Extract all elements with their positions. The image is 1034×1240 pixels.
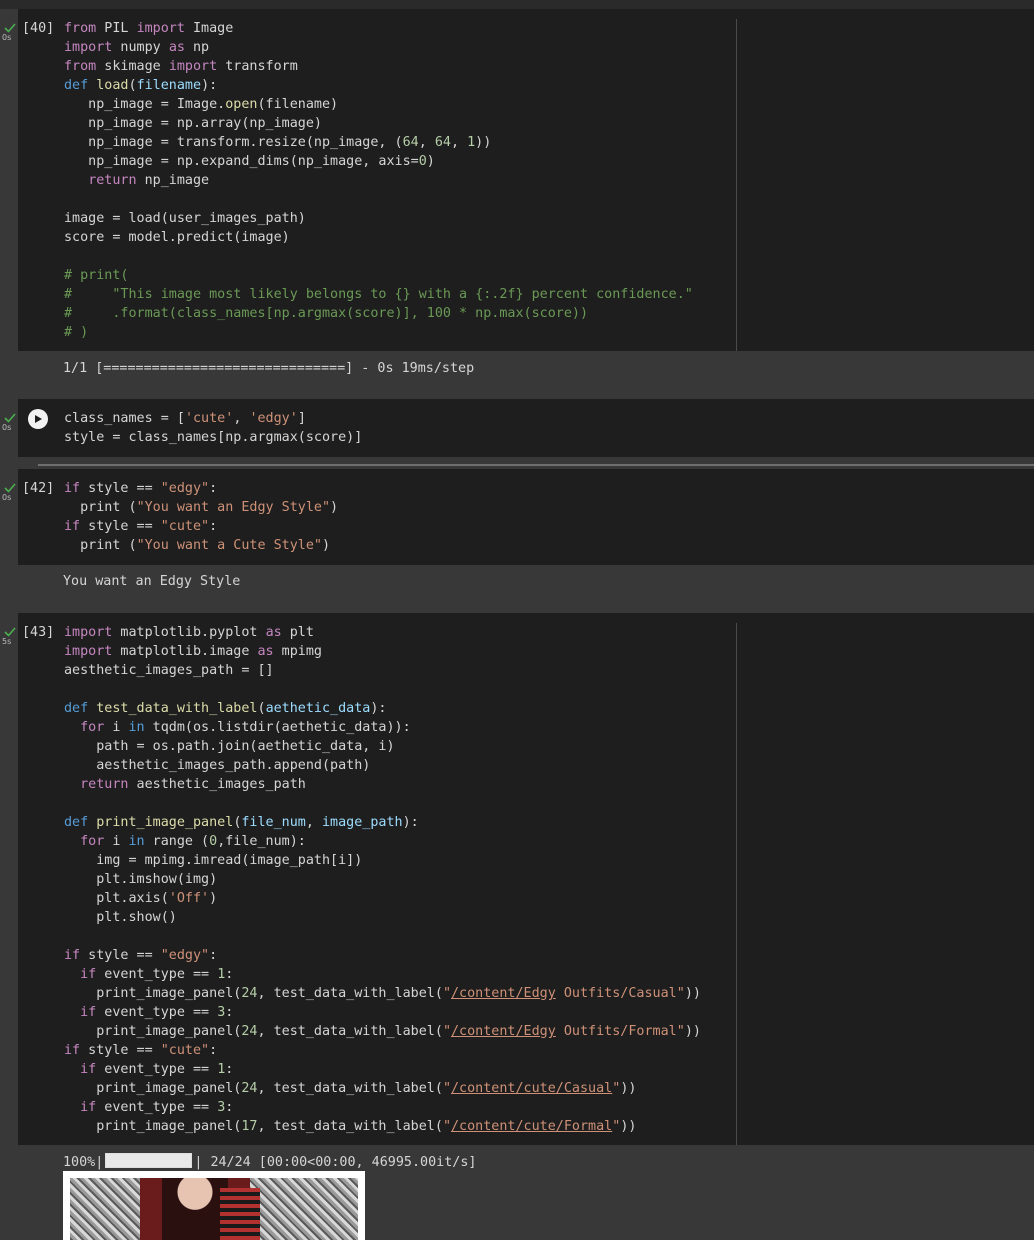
run-cell-button[interactable] (28, 409, 48, 429)
cell-output: You want an Edgy Style (63, 574, 241, 589)
ruler (736, 19, 737, 351)
execution-time: 0s (2, 423, 12, 432)
ruler (736, 623, 737, 1145)
output-image (63, 1171, 365, 1240)
code-editor[interactable]: if style == "edgy": print ("You want an … (64, 479, 338, 555)
code-cell[interactable]: [43] import matplotlib.pyplot as plt imp… (18, 613, 1034, 1145)
code-cell[interactable]: [40] from PIL import Image import numpy … (18, 9, 1034, 351)
execution-time: 0s (2, 33, 12, 42)
code-cell[interactable]: [42] if style == "edgy": print ("You wan… (18, 469, 1034, 565)
progress-bar (105, 1153, 193, 1168)
outfit-photo (70, 1178, 358, 1240)
progress-bar-fill (106, 1154, 192, 1167)
progress-text: 24/24 [00:00<00:00, 46995.00it/s] (210, 1155, 477, 1170)
execution-time: 0s (2, 493, 12, 502)
play-icon (35, 415, 42, 423)
code-editor[interactable]: from PIL import Image import numpy as np… (64, 19, 693, 342)
top-bar (0, 0, 1034, 9)
code-editor[interactable]: import matplotlib.pyplot as plt import m… (64, 623, 701, 1136)
progress-output: 100%| | 24/24 [00:00<00:00, 46995.00it/s] (63, 1153, 477, 1170)
cell-prompt: [43] (22, 625, 55, 640)
cell-prompt: [40] (22, 21, 55, 36)
cell-output: 1/1 [==============================] - 0… (63, 361, 475, 376)
striped-sleeve (220, 1188, 260, 1240)
cell-prompt: [42] (22, 481, 55, 496)
cell-separator (38, 464, 1034, 466)
progress-percent: 100% (63, 1155, 96, 1170)
execution-time: 5s (2, 637, 12, 646)
code-editor[interactable]: class_names = ['cute', 'edgy'] style = c… (64, 409, 362, 447)
code-cell[interactable]: class_names = ['cute', 'edgy'] style = c… (18, 399, 1034, 457)
